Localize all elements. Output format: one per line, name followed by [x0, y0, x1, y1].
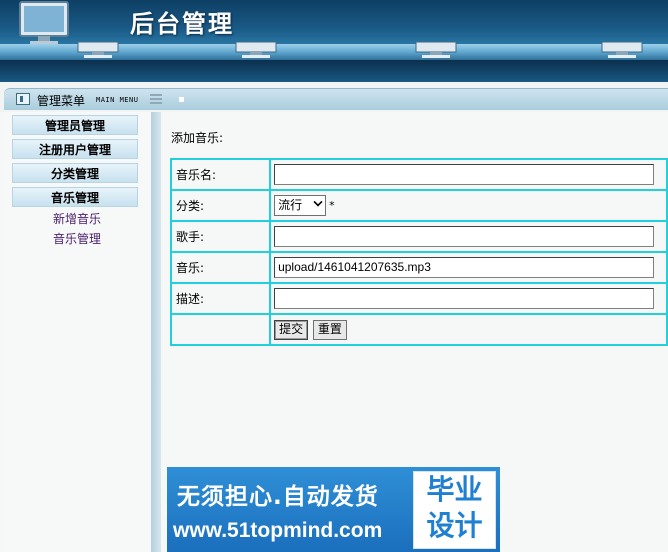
description-cell: [269, 282, 668, 315]
ad-banner[interactable]: 无须担心.自动发货 www.51topmind.com 毕业 设计: [167, 467, 500, 552]
sidebar-splitter[interactable]: [151, 112, 161, 552]
page-title: 后台管理: [130, 9, 234, 38]
menu-title: 管理菜单: [37, 94, 86, 108]
sidebar-group-admin[interactable]: 管理员管理: [12, 115, 138, 135]
music-file-cell: upload/1461041207635.mp3: [269, 251, 668, 284]
menu-subtitle: MAIN MENU: [96, 96, 139, 104]
form-row: 提交 重置: [169, 313, 668, 346]
ad-badge: 毕业 设计: [413, 471, 496, 549]
singer-label: 歌手:: [169, 220, 272, 253]
name-cell: [269, 158, 668, 191]
sidebar-link-manage-music[interactable]: 音乐管理: [53, 230, 101, 247]
required-mark: *: [329, 199, 335, 212]
empty-label-cell: [169, 313, 272, 346]
category-select[interactable]: 流行: [274, 195, 327, 216]
music-file-label: 音乐:: [169, 251, 272, 284]
music-file-input[interactable]: upload/1461041207635.mp3: [274, 257, 655, 278]
ad-slogan: 无须担心.自动发货: [177, 484, 379, 510]
sidebar-group-music[interactable]: 音乐管理: [12, 187, 138, 207]
bullet-icon: [179, 97, 184, 102]
description-input[interactable]: [274, 288, 655, 309]
submit-button[interactable]: 提交: [274, 319, 309, 340]
sidebar-group-category[interactable]: 分类管理: [12, 163, 138, 183]
ad-badge-line2: 设计: [426, 509, 483, 542]
header-banner: 后台管理: [0, 0, 668, 82]
form-row: 音乐: upload/1461041207635.mp3: [169, 251, 668, 284]
monitor-icon: [77, 41, 119, 58]
menu-window-icon: [16, 93, 30, 105]
computer-monitor-icon: [19, 1, 69, 44]
form-row: 描述:: [169, 282, 668, 315]
monitor-icon: [415, 41, 457, 58]
ad-url: www.51topmind.com: [173, 519, 383, 542]
form-row: 歌手:: [169, 220, 668, 253]
description-label: 描述:: [169, 282, 272, 315]
menu-bar: 管理菜单 MAIN MENU: [0, 82, 668, 112]
monitor-icon: [235, 41, 277, 58]
add-music-form: 音乐名: 分类: 流行 * 歌手: 音乐: upload/146104120763…: [169, 158, 668, 346]
chevron-down-icon: [313, 197, 323, 207]
singer-input[interactable]: [274, 226, 655, 247]
reset-button[interactable]: 重置: [312, 319, 347, 340]
sidebar-group-users[interactable]: 注册用户管理: [12, 139, 138, 159]
collapse-handle-icon[interactable]: [150, 94, 162, 104]
category-selected-value: 流行: [278, 198, 303, 212]
buttons-cell: 提交 重置: [269, 313, 668, 346]
form-row: 分类: 流行 *: [169, 189, 668, 222]
banner-shadow-band: [0, 60, 668, 82]
name-label: 音乐名:: [169, 158, 272, 191]
music-name-input[interactable]: [274, 164, 655, 185]
form-title: 添加音乐:: [171, 131, 224, 145]
ad-badge-line1: 毕业: [426, 473, 483, 506]
category-label: 分类:: [169, 189, 272, 222]
form-row: 音乐名:: [169, 158, 668, 191]
singer-cell: [269, 220, 668, 253]
category-cell: 流行 *: [269, 189, 668, 222]
monitor-icon: [601, 41, 643, 58]
sidebar-link-add-music[interactable]: 新增音乐: [53, 210, 101, 227]
